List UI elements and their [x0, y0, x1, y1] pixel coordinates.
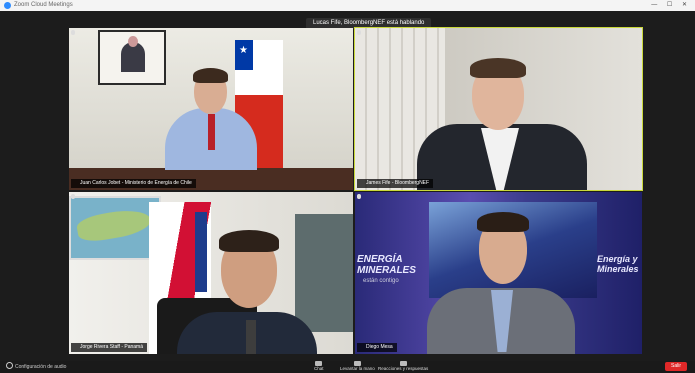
framed-portrait	[98, 30, 166, 85]
window-title: Zoom Cloud Meetings	[14, 2, 73, 8]
raise-hand-label: Levantar la mano	[340, 366, 375, 371]
video-tile-2[interactable]: James Fife - BloombergNEF	[354, 27, 643, 191]
reactions-label: Reacciones y respuestas	[378, 366, 429, 371]
participant-name-3: Jorge Rivera Staff - Panamá	[71, 343, 147, 352]
mic-icon	[357, 30, 361, 35]
doorway	[295, 214, 353, 332]
video-tile-4[interactable]: ENERGÍA MINERALES están contigo Energía …	[355, 192, 642, 354]
necktie	[246, 320, 256, 354]
gear-icon	[6, 362, 13, 369]
person-hair	[219, 230, 279, 252]
audio-settings-link[interactable]: Configuración de audio	[6, 362, 66, 372]
wall-map	[69, 196, 161, 260]
zoom-app-icon	[4, 2, 11, 9]
mic-icon	[71, 194, 75, 199]
meeting-toolbar: Configuración de audio Chat Levantar la …	[0, 361, 695, 373]
mic-icon	[71, 30, 75, 35]
leave-button[interactable]: Salir	[664, 362, 687, 371]
participant-name-4: Diego Mesa	[357, 343, 397, 352]
backdrop-text-left: ENERGÍA MINERALES	[357, 254, 416, 276]
video-tile-3[interactable]: Jorge Rivera Staff - Panamá	[69, 192, 353, 354]
mic-icon	[357, 194, 361, 199]
window-controls[interactable]: — ☐ ✕	[651, 0, 691, 11]
reactions-button[interactable]: Reacciones y respuestas	[378, 361, 428, 371]
flag-blue	[195, 212, 207, 292]
participant-name-2: James Fife - BloombergNEF	[357, 179, 434, 188]
video-tile-1[interactable]: ★ Juan Carlos Jobet - Ministerio de Ener…	[69, 28, 353, 190]
backdrop-text-sub: están contigo	[363, 278, 399, 284]
person-hair	[477, 212, 529, 232]
backdrop-text-right: Energía y Minerales	[597, 254, 639, 274]
chat-button[interactable]: Chat	[314, 361, 324, 371]
participant-name-1: Juan Carlos Jobet - Ministerio de Energí…	[71, 179, 196, 188]
raise-hand-button[interactable]: Levantar la mano	[340, 361, 375, 371]
necktie	[208, 114, 215, 150]
person-hair	[470, 58, 526, 78]
chat-label: Chat	[314, 366, 324, 371]
audio-settings-label: Configuración de audio	[15, 364, 67, 370]
person-hair	[193, 68, 228, 83]
window-titlebar: Zoom Cloud Meetings — ☐ ✕	[0, 0, 695, 11]
gallery-view: Lucas Fife, BloombergNEF está hablando ★…	[0, 11, 695, 361]
